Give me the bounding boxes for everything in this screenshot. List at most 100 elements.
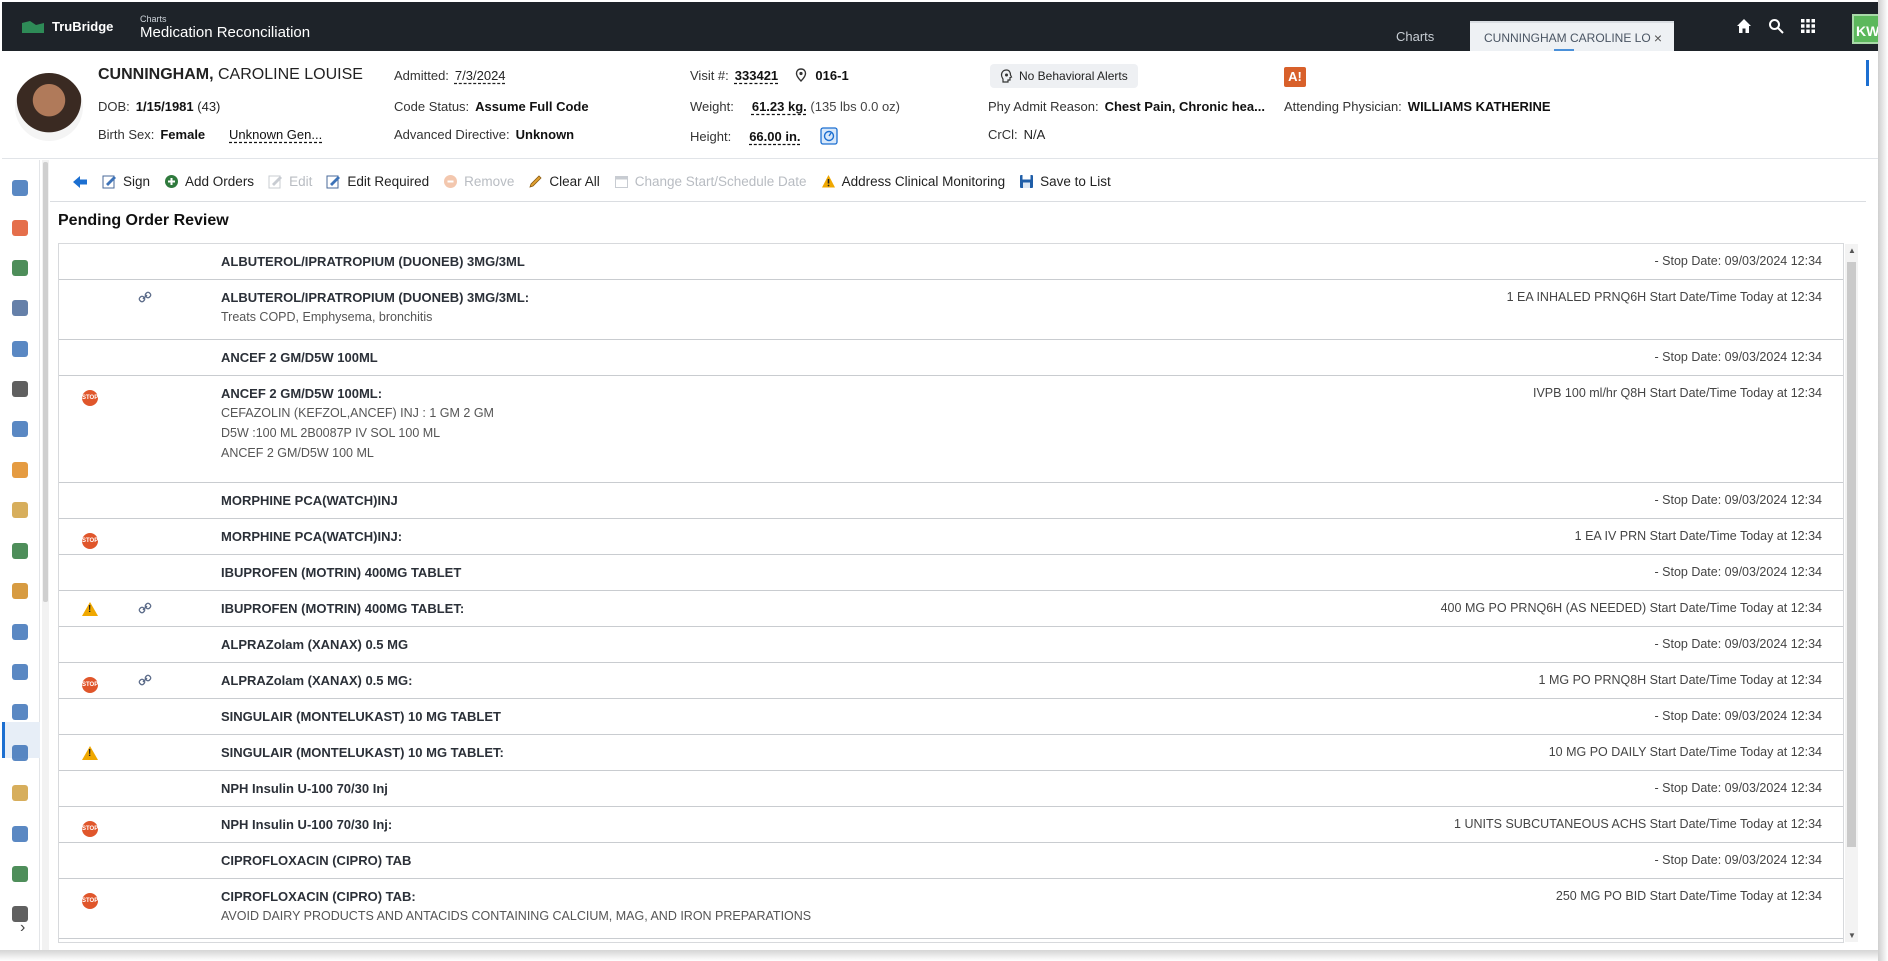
rail-nav-icon[interactable] xyxy=(12,745,28,761)
rail-nav-icon[interactable] xyxy=(12,381,28,397)
visit-field: Visit #: 333421 016-1 xyxy=(690,68,849,83)
order-row[interactable]: STOP ALPRAZolam (XANAX) 0.5 MG: 1 MG PO PR… xyxy=(59,663,1843,699)
rail-nav-icon[interactable] xyxy=(12,502,28,518)
weight-alt-value: (135 lbs 0.0 oz) xyxy=(810,99,901,114)
rail-nav-icon[interactable] xyxy=(12,300,28,316)
order-row[interactable]: MORPHINE PCA(WATCH)INJ - Stop Date: 09/03… xyxy=(59,483,1843,519)
rail-nav-icon[interactable] xyxy=(12,180,28,196)
rail-nav-icon[interactable] xyxy=(12,220,28,236)
order-alert-cell[interactable]: STOP xyxy=(82,530,98,549)
order-row[interactable]: ALBUTEROL/IPRATROPIUM (DUONEB) 3MG/3ML: 1… xyxy=(59,280,1843,340)
address-clinical-monitoring-button[interactable]: Address Clinical Monitoring xyxy=(821,174,1005,189)
stop-icon[interactable]: STOP xyxy=(82,893,98,909)
clear-all-button[interactable]: Clear All xyxy=(528,174,600,189)
body-measure-icon[interactable] xyxy=(820,127,838,145)
calendar-icon xyxy=(614,176,628,188)
sign-button[interactable]: Sign xyxy=(102,174,150,189)
order-row[interactable]: IBUPROFEN (MOTRIN) 400MG TABLET: 400 MG P… xyxy=(59,591,1843,627)
rail-nav-icon[interactable] xyxy=(12,826,28,842)
link-icon[interactable] xyxy=(138,290,152,307)
order-subline: CEFAZOLIN (KEFZOL,ANCEF) INJ : 1 GM 2 GM xyxy=(221,406,494,420)
attending-field: Attending Physician: WILLIAMS KATHERINE xyxy=(1284,99,1551,114)
close-icon[interactable]: × xyxy=(1654,30,1662,46)
order-alert-cell[interactable]: STOP xyxy=(82,387,98,406)
gender-value[interactable]: Unknown Gen... xyxy=(229,127,322,142)
order-row[interactable]: SINGULAIR (MONTELUKAST) 10 MG TABLET: 10 … xyxy=(59,735,1843,771)
order-detail: - Stop Date: 09/03/2024 12:34 xyxy=(1654,350,1823,364)
order-name: NPH Insulin U-100 70/30 Inj: xyxy=(221,817,393,832)
rail-nav-icon[interactable] xyxy=(12,462,28,478)
edit-required-button[interactable]: Edit Required xyxy=(326,174,429,189)
order-toolbar: Sign Add Orders Edit Edit Required Remov… xyxy=(50,162,1866,202)
behavioral-alerts[interactable]: No Behavioral Alerts xyxy=(990,64,1138,88)
remove-label: Remove xyxy=(464,174,515,189)
rail-scrollbar-thumb[interactable] xyxy=(43,162,48,602)
rail-nav-icon[interactable] xyxy=(12,704,28,720)
stop-icon[interactable]: STOP xyxy=(82,821,98,837)
tab-patient[interactable]: CUNNINGHAM CAROLINE LO × xyxy=(1470,21,1674,51)
gender-field[interactable]: Unknown Gen... xyxy=(229,127,322,142)
rail-nav-icon[interactable] xyxy=(12,421,28,437)
edit-button[interactable]: Edit xyxy=(268,174,312,189)
list-scrollbar-thumb[interactable] xyxy=(1847,262,1856,847)
rail-nav-icon[interactable] xyxy=(12,543,28,559)
order-alert-cell[interactable]: STOP xyxy=(82,818,98,837)
rail-nav-icon[interactable] xyxy=(12,260,28,276)
rail-nav-icon[interactable] xyxy=(12,664,28,680)
order-alert-cell[interactable]: STOP xyxy=(82,674,98,693)
trubridge-logo-icon xyxy=(22,20,44,33)
order-alert-cell[interactable] xyxy=(82,746,98,763)
stop-icon[interactable]: STOP xyxy=(82,390,98,406)
stop-icon[interactable]: STOP xyxy=(82,533,98,549)
home-icon[interactable] xyxy=(1736,18,1752,34)
rail-nav-icon[interactable] xyxy=(12,624,28,640)
chevron-right-icon[interactable]: › xyxy=(20,919,25,937)
change-start-date-button[interactable]: Change Start/Schedule Date xyxy=(614,174,807,189)
order-row[interactable]: IBUPROFEN (MOTRIN) 400MG TABLET - Stop Da… xyxy=(59,555,1843,591)
order-row[interactable]: NPH Insulin U-100 70/30 Inj - Stop Date: … xyxy=(59,771,1843,807)
apps-grid-icon[interactable] xyxy=(1800,18,1816,34)
save-to-list-button[interactable]: Save to List xyxy=(1019,174,1111,189)
order-row[interactable]: STOP CIPROFLOXACIN (CIPRO) TAB: 250 MG PO … xyxy=(59,879,1843,939)
user-avatar[interactable]: KW xyxy=(1852,14,1880,44)
weight-value[interactable]: 61.23 kg. xyxy=(752,99,807,114)
remove-button[interactable]: Remove xyxy=(443,174,514,189)
caution-icon[interactable] xyxy=(82,602,98,616)
stop-icon[interactable]: STOP xyxy=(82,677,98,693)
height-value[interactable]: 66.00 in. xyxy=(749,129,800,144)
order-alert-cell[interactable]: STOP xyxy=(82,890,98,909)
admit-reason-field: Phy Admit Reason: Chest Pain, Chronic hea… xyxy=(988,99,1265,114)
crcl-value: N/A xyxy=(1023,127,1046,142)
birth-sex-label: Birth Sex: xyxy=(98,127,155,142)
tab-charts[interactable]: Charts xyxy=(1396,29,1434,44)
order-row[interactable]: SINGULAIR (MONTELUKAST) 10 MG TABLET - St… xyxy=(59,699,1843,735)
rail-nav-icon[interactable] xyxy=(12,341,28,357)
admitted-value[interactable]: 7/3/2024 xyxy=(455,68,506,83)
order-row[interactable]: STOP ANCEF 2 GM/D5W 100ML: IVPB 100 ml/hr … xyxy=(59,376,1843,483)
order-row[interactable]: ALPRAZolam (XANAX) 0.5 MG - Stop Date: 09… xyxy=(59,627,1843,663)
age-value: (43) xyxy=(197,99,221,114)
order-row[interactable]: CIPROFLOXACIN (CIPRO) TAB - Stop Date: 09… xyxy=(59,843,1843,879)
order-detail: - Stop Date: 09/03/2024 12:34 xyxy=(1654,709,1823,723)
order-alert-cell[interactable] xyxy=(82,602,98,619)
caution-icon[interactable] xyxy=(82,746,98,760)
height-label: Height: xyxy=(690,129,732,144)
allergy-alert-icon[interactable]: A! xyxy=(1284,67,1306,87)
order-name: ALBUTEROL/IPRATROPIUM (DUONEB) 3MG/3ML xyxy=(221,254,525,269)
scroll-down-icon[interactable]: ▼ xyxy=(1848,931,1856,940)
rail-nav-icon[interactable] xyxy=(12,583,28,599)
order-row[interactable]: STOP NPH Insulin U-100 70/30 Inj: 1 UNITS … xyxy=(59,807,1843,843)
admit-reason-value[interactable]: Chest Pain, Chronic hea... xyxy=(1105,99,1265,114)
scroll-up-icon[interactable]: ▲ xyxy=(1848,246,1856,255)
rail-nav-icon[interactable] xyxy=(12,785,28,801)
rail-nav-icon[interactable] xyxy=(12,866,28,882)
add-orders-button[interactable]: Add Orders xyxy=(164,174,254,189)
order-row[interactable]: ALBUTEROL/IPRATROPIUM (DUONEB) 3MG/3ML - … xyxy=(59,244,1843,280)
back-button[interactable] xyxy=(72,175,88,189)
order-row[interactable]: STOP MORPHINE PCA(WATCH)INJ: 1 EA IV PRN S… xyxy=(59,519,1843,555)
link-icon[interactable] xyxy=(138,673,152,690)
order-row[interactable]: ANCEF 2 GM/D5W 100ML - Stop Date: 09/03/2… xyxy=(59,340,1843,376)
link-icon[interactable] xyxy=(138,601,152,618)
visit-value[interactable]: 333421 xyxy=(735,68,778,83)
search-icon[interactable] xyxy=(1768,18,1784,34)
